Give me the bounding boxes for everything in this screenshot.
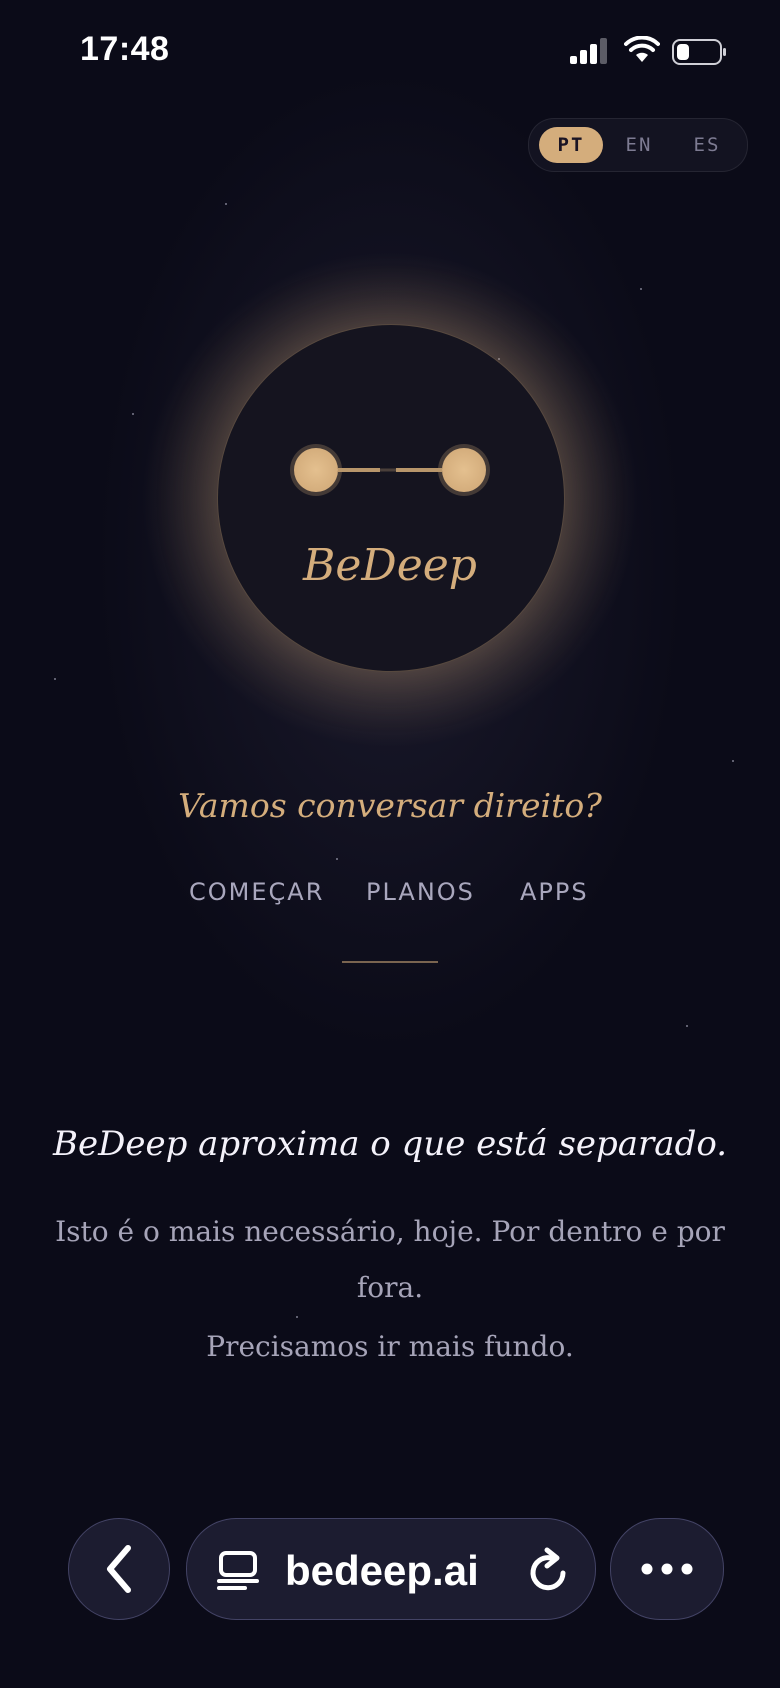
status-time: 17:48 <box>80 30 170 68</box>
main-nav: COMEÇAR PLANOS APPS <box>0 878 780 918</box>
logo-mark-icon <box>290 444 490 496</box>
intro-paragraph-2: Precisamos ir mais fundo. <box>206 1330 574 1363</box>
nav-link-apps[interactable]: APPS <box>520 878 589 906</box>
star-dot <box>640 288 642 290</box>
wifi-icon <box>624 36 660 62</box>
browser-toolbar: bedeep.ai <box>0 1500 780 1688</box>
reload-icon[interactable] <box>527 1547 571 1593</box>
language-switch: PT EN ES <box>528 118 748 172</box>
lang-option-en[interactable]: EN <box>607 127 671 163</box>
section-divider <box>342 961 438 963</box>
status-bar: 17:48 <box>0 0 780 100</box>
url-bar[interactable]: bedeep.ai <box>186 1518 596 1620</box>
url-text: bedeep.ai <box>285 1547 479 1594</box>
back-button[interactable] <box>68 1518 170 1620</box>
nav-link-comecar[interactable]: COMEÇAR <box>189 878 324 906</box>
tagline: Vamos conversar direito? <box>178 786 602 825</box>
star-dot <box>132 413 134 415</box>
nav-link-planos[interactable]: PLANOS <box>366 878 475 906</box>
back-icon <box>107 1545 131 1593</box>
more-icon <box>641 1563 693 1575</box>
intro-paragraph-1: Isto é o mais necessário, hoje. Por dent… <box>55 1215 725 1304</box>
lang-option-es[interactable]: ES <box>675 127 739 163</box>
brand-name: BeDeep <box>303 540 477 591</box>
intro-headline: BeDeep aproxima o que está separado. <box>52 1124 728 1164</box>
star-dot <box>732 760 734 762</box>
lang-option-pt[interactable]: PT <box>539 127 603 163</box>
star-dot <box>336 858 338 860</box>
reader-icon[interactable] <box>217 1551 259 1591</box>
more-button[interactable] <box>610 1518 724 1620</box>
star-dot <box>296 1316 298 1318</box>
star-dot <box>225 203 227 205</box>
star-dot <box>686 1025 688 1027</box>
battery-icon <box>672 39 726 65</box>
star-dot <box>54 678 56 680</box>
signal-icon <box>570 38 607 64</box>
page: 17:48 PT EN ES BeDeep Vamos conversar di… <box>0 0 780 1688</box>
